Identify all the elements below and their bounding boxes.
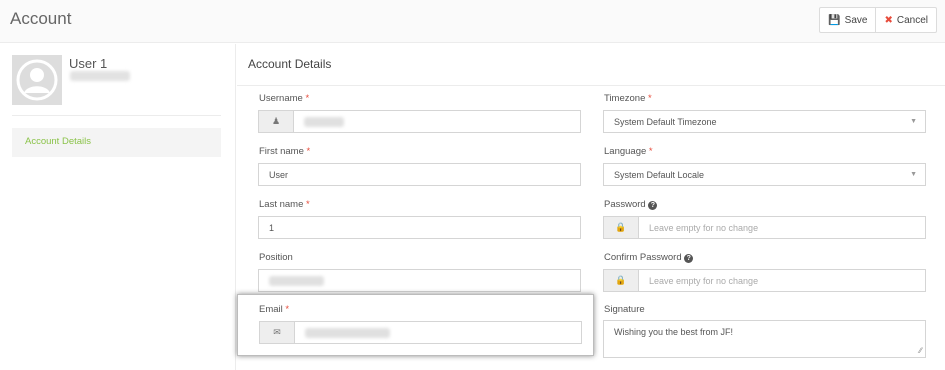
timezone-select[interactable]: System Default Timezone ▼ xyxy=(603,110,926,133)
sidebar: User 1 Account Details xyxy=(0,44,236,370)
last-name-label: Last name * xyxy=(259,199,310,210)
username-value-redacted xyxy=(304,116,344,127)
email-field-group: Email * ✉ xyxy=(237,294,594,356)
language-value: System Default Locale xyxy=(614,169,705,180)
x-icon: ✖ xyxy=(884,14,893,26)
lock-icon: 🔒 xyxy=(604,270,639,291)
top-bar: Account 💾 Save ✖ Cancel xyxy=(0,0,945,43)
position-value-redacted xyxy=(269,275,324,286)
confirm-password-label: Confirm Password ? xyxy=(604,252,694,263)
cancel-button-label: Cancel xyxy=(896,14,928,26)
chevron-down-icon: ▼ xyxy=(910,171,917,178)
email-label: Email * xyxy=(259,304,290,315)
signature-textarea[interactable]: Wishing you the best from JF! ∕∕ xyxy=(603,320,926,358)
signature-label: Signature xyxy=(604,304,645,315)
page-title: Account xyxy=(10,9,72,28)
chevron-down-icon: ▼ xyxy=(910,118,917,125)
timezone-value: System Default Timezone xyxy=(614,116,717,127)
section-divider xyxy=(237,85,945,86)
password-label: Password ? xyxy=(604,199,658,210)
first-name-field[interactable]: User xyxy=(258,163,581,186)
user-name: User 1 xyxy=(69,56,108,71)
password-placeholder: Leave empty for no change xyxy=(649,222,759,233)
signature-value: Wishing you the best from JF! xyxy=(614,327,734,337)
email-value-redacted xyxy=(305,327,390,338)
first-name-value: User xyxy=(269,169,289,180)
save-button[interactable]: 💾 Save xyxy=(820,8,875,32)
question-circle-icon[interactable]: ? xyxy=(648,201,658,210)
username-label: Username * xyxy=(259,93,310,104)
floppy-disk-icon: 💾 xyxy=(828,14,841,26)
username-field[interactable]: ♟ xyxy=(258,110,581,133)
email-field[interactable]: ✉ xyxy=(259,321,582,344)
resize-handle-icon[interactable]: ∕∕ xyxy=(919,346,922,355)
cancel-button[interactable]: ✖ Cancel xyxy=(875,8,936,32)
password-field[interactable]: 🔒 Leave empty for no change xyxy=(603,216,926,239)
language-select[interactable]: System Default Locale ▼ xyxy=(603,163,926,186)
user-icon: ♟ xyxy=(259,111,294,132)
section-title: Account Details xyxy=(248,57,332,71)
confirm-password-field[interactable]: 🔒 Leave empty for no change xyxy=(603,269,926,292)
position-label: Position xyxy=(259,252,293,263)
avatar xyxy=(12,55,62,105)
envelope-icon: ✉ xyxy=(260,322,295,343)
sidebar-divider xyxy=(12,115,221,116)
save-button-label: Save xyxy=(844,14,868,26)
header-button-group: 💾 Save ✖ Cancel xyxy=(819,7,937,33)
question-circle-icon[interactable]: ? xyxy=(684,254,694,263)
user-silhouette-icon xyxy=(16,59,58,101)
language-label: Language * xyxy=(604,146,653,157)
last-name-field[interactable]: 1 xyxy=(258,216,581,239)
position-field[interactable] xyxy=(258,269,581,292)
confirm-password-placeholder: Leave empty for no change xyxy=(649,275,759,286)
sidebar-item-account-details[interactable]: Account Details xyxy=(12,128,221,157)
lock-icon: 🔒 xyxy=(604,217,639,238)
last-name-value: 1 xyxy=(269,222,275,233)
first-name-label: First name * xyxy=(259,146,311,157)
user-subtitle-redacted xyxy=(70,71,130,81)
timezone-label: Timezone * xyxy=(604,93,652,104)
